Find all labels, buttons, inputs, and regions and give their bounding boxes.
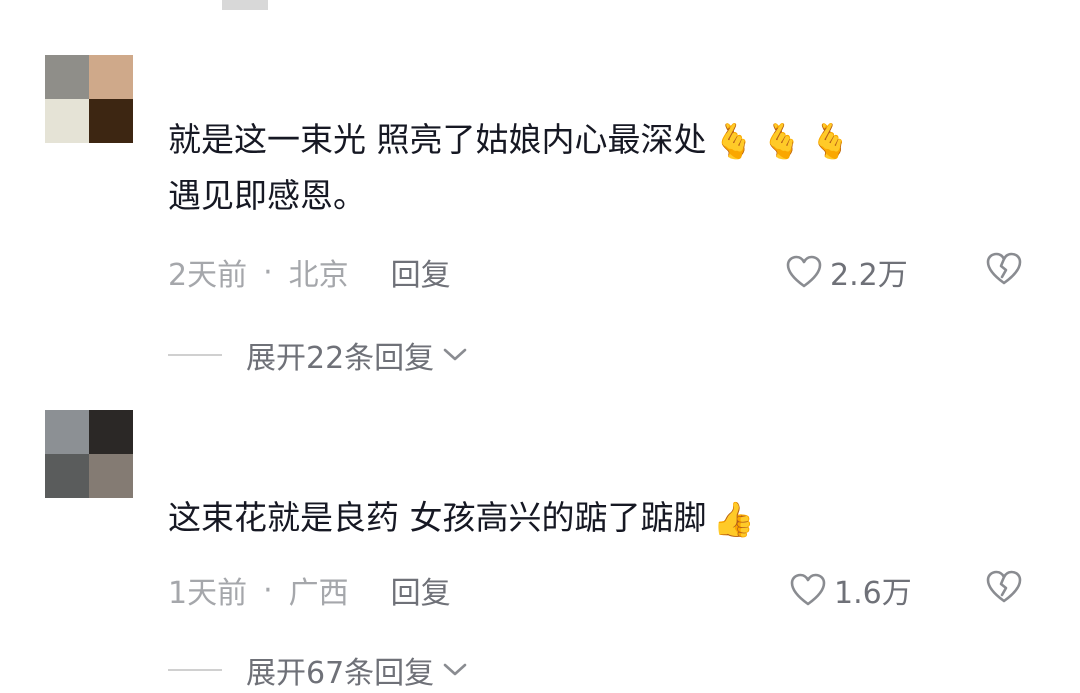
expand-divider-line — [168, 669, 222, 671]
heart-outline-icon — [790, 573, 826, 606]
avatar-tile — [45, 410, 89, 454]
expand-replies-button[interactable]: 展开22条回复 — [168, 333, 468, 377]
meta-separator: · — [263, 572, 273, 608]
finger-heart-emoji-icon: 🫰 — [712, 121, 755, 162]
avatar-tile — [89, 99, 133, 143]
like-count: 2.2万 — [830, 258, 908, 293]
dislike-button[interactable] — [986, 252, 1022, 290]
chevron-down-icon — [443, 348, 467, 361]
comment-text: 就是这一束光 照亮了姑娘内心最深处 🫰 🫰 🫰 遇见即感恩。 — [168, 120, 852, 215]
reply-button[interactable]: 回复 — [391, 568, 451, 612]
heart-outline-icon — [786, 255, 822, 288]
expand-divider-line — [168, 354, 222, 356]
reply-button[interactable]: 回复 — [391, 250, 451, 294]
comment-time: 1天前 — [168, 576, 248, 611]
meta-separator: · — [263, 254, 273, 290]
expand-replies-label: 展开22条回复 — [246, 341, 435, 376]
like-button[interactable]: 1.6万 — [790, 568, 912, 612]
chevron-down-icon — [443, 663, 467, 676]
avatar-tile — [45, 55, 89, 99]
avatar[interactable] — [45, 55, 133, 143]
thumbs-up-emoji-icon: 👍 — [712, 499, 755, 540]
expand-replies-label: 展开67条回复 — [246, 656, 435, 691]
finger-heart-emoji-icon: 🫰 — [760, 121, 804, 162]
comment-location: 广西 — [288, 576, 349, 611]
finger-heart-emoji-icon: 🫰 — [809, 121, 852, 162]
avatar-tile — [45, 454, 89, 498]
avatar-tile — [45, 99, 89, 143]
avatar-tile — [89, 454, 133, 498]
comment-meta: 2天前 · 北京 回复 — [168, 250, 451, 294]
comment-location: 北京 — [288, 258, 349, 293]
avatar-tile — [89, 55, 133, 99]
broken-heart-icon — [986, 252, 1022, 285]
comment-time: 2天前 — [168, 258, 248, 293]
comment-meta: 1天前 · 广西 回复 — [168, 568, 451, 612]
like-button[interactable]: 2.2万 — [786, 250, 908, 294]
avatar-tile — [89, 410, 133, 454]
dislike-button[interactable] — [986, 570, 1022, 608]
avatar[interactable] — [45, 410, 133, 498]
broken-heart-icon — [986, 570, 1022, 603]
expand-replies-button[interactable]: 展开67条回复 — [168, 648, 468, 692]
previous-item-fragment — [222, 0, 268, 10]
like-count: 1.6万 — [834, 576, 912, 611]
comment-text: 这束花就是良药 女孩高兴的踮了踮脚 👍 — [168, 498, 755, 540]
